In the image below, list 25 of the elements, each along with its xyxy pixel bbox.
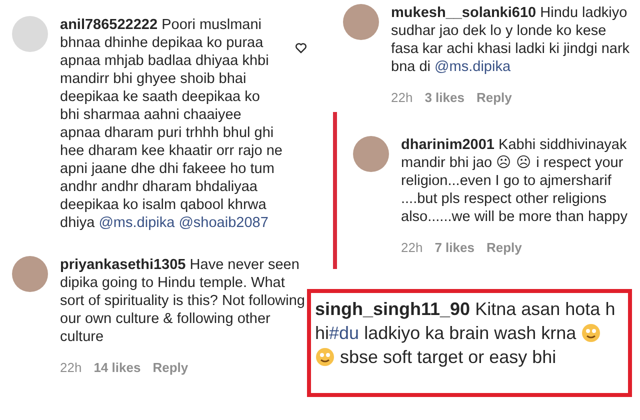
avatar-photo[interactable] <box>343 4 379 40</box>
mention-link[interactable]: @shoaib2087 <box>178 215 268 231</box>
mention-link[interactable]: @ms.dipika <box>434 59 511 75</box>
emoji-face-icon <box>315 347 335 367</box>
likes-count[interactable]: 3 likes <box>424 88 464 108</box>
comment-text: mukesh__solanki610 Hindu ladkiyo sudhar jao dek lo y londe ko kese fasa kar achi khasi ladki ki jindgi nark bna di @ms.dipika <box>391 4 631 76</box>
default-avatar[interactable] <box>12 16 48 52</box>
comment-text: priyankasethi1305 Have never seen dipika going to Hindu temple. What sort of spirituality is this? Not following our own culture & following other culture <box>60 256 306 346</box>
comment-text: dharinim2001 Kabhi siddhivinayak mandir bhi jao ☹ ☹ i respect your religion...even I go to ajmersharif ....but pls respect other religions also......we will be more than happy <box>401 136 628 226</box>
reply-link[interactable]: Reply <box>476 88 512 108</box>
comment-text: singh_singh11_90 Kitna asan hota h hi#du ladkiyo ka brain wash krna sbse soft target or easy bhi <box>315 298 616 369</box>
avatar-photo[interactable] <box>12 256 48 292</box>
comment-time: 22h <box>391 89 413 107</box>
mention-link[interactable]: #du <box>329 323 360 343</box>
mention-link[interactable]: @ms.dipika <box>98 215 175 231</box>
reply-link[interactable]: Reply <box>152 358 188 378</box>
emoji-face-icon <box>581 323 602 343</box>
heart-icon[interactable] <box>295 42 307 54</box>
reply-link[interactable]: Reply <box>486 238 522 257</box>
comment-time: 22h <box>401 238 423 256</box>
avatar-photo[interactable] <box>353 136 389 172</box>
likes-count[interactable]: 7 likes <box>434 238 474 257</box>
likes-count[interactable]: 14 likes <box>94 358 141 378</box>
comment-time: 22h <box>60 359 82 377</box>
comment-text: anil786522222 Poori muslmani bhnaa dhinhe depikaa ko puraa apnaa mhjab badlaa dhiyaa khbi mandirr bhi ghyee shoib bhai deepikaa ke saath deepikaa ko bhi sharmaa aahni chaaiyee apnaa dharam puri trhhh bhul ghi hee dharam kee khaatir orr rajo ne apni jaane dhe dhi fakeee ho tum andhr andhr dharam bhdaliyaa deepikaa ko isalm qabool khrwa dhiya @ms.dipika @shoaib2087 <box>60 16 283 232</box>
